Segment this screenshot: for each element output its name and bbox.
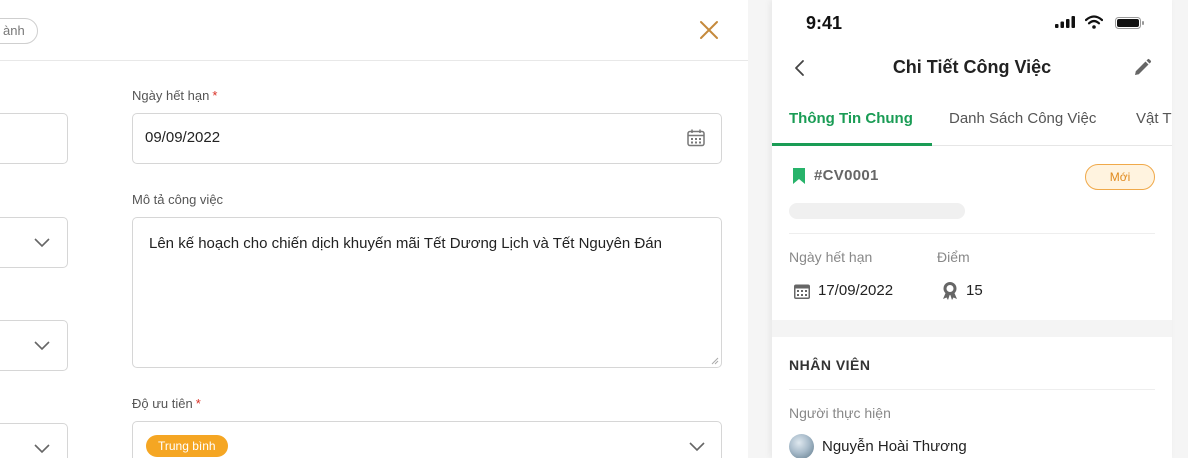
close-icon[interactable] [698, 19, 720, 41]
left-column-select-3[interactable] [0, 423, 68, 458]
medal-icon [943, 282, 957, 300]
status-badge: Mới [1085, 164, 1155, 190]
form-header: ành [0, 0, 748, 61]
signal-icon [1055, 16, 1075, 28]
chevron-down-icon [34, 341, 50, 351]
points-label: Điểm [937, 249, 970, 265]
task-form-panel: ành Ngày hết hạn * 09/09/2022 Mô tả công … [0, 0, 748, 458]
battery-icon [1115, 17, 1144, 29]
screen-title: Chi Tiết Công Việc [892, 57, 1052, 77]
description-label: Mô tả công việc [132, 192, 224, 207]
left-column-select-1[interactable] [0, 217, 68, 268]
wifi-icon [1085, 15, 1103, 29]
chevron-down-icon [34, 238, 50, 248]
loading-placeholder [789, 203, 965, 219]
staff-section-title: NHÂN VIÊN [789, 357, 871, 373]
tab-task-list[interactable]: Danh Sách Công Việc [949, 110, 1096, 127]
points-value: 15 [966, 282, 983, 299]
mobile-task-detail: 9:41 Chi Tiết Công Việc Thông Tin Chung … [772, 0, 1172, 458]
detail-tabs: Thông Tin Chung Danh Sách Công Việc Vật … [772, 98, 1172, 146]
due-date-value: 09/09/2022 [145, 129, 221, 146]
left-column-input[interactable] [0, 113, 68, 164]
task-header: #CV0001 Mới [789, 164, 1155, 190]
avatar [789, 434, 814, 458]
divider [789, 389, 1155, 390]
assignee-name[interactable]: Nguyễn Hoài Thương [822, 438, 967, 455]
assignee-label: Người thực hiện [789, 405, 891, 421]
divider [789, 233, 1155, 234]
description-value: Lên kế hoạch cho chiến dịch khuyến mãi T… [149, 235, 662, 252]
priority-select[interactable]: Trung bình [132, 421, 722, 458]
tab-materials[interactable]: Vật T [1136, 110, 1172, 127]
status-bar-time: 9:41 [806, 13, 843, 33]
active-tab-indicator [772, 143, 932, 146]
left-column-select-2[interactable] [0, 320, 68, 371]
due-date-field[interactable]: 09/09/2022 [132, 113, 722, 164]
due-date-label: Ngày hết hạn [789, 249, 873, 265]
calendar-icon [794, 284, 810, 299]
chevron-down-icon [689, 442, 705, 452]
bookmark-icon [793, 168, 805, 184]
due-date-value: 17/09/2022 [818, 282, 894, 299]
edit-pencil-icon[interactable] [1132, 58, 1152, 78]
status-chip[interactable]: ành [0, 18, 38, 44]
section-separator [772, 320, 1172, 337]
tab-general-info[interactable]: Thông Tin Chung [789, 110, 913, 127]
task-code: #CV0001 [814, 167, 879, 184]
description-textarea[interactable]: Lên kế hoạch cho chiến dịch khuyến mãi T… [132, 217, 722, 368]
priority-label: Độ ưu tiên * [132, 396, 201, 411]
priority-badge: Trung bình [146, 435, 228, 457]
resize-handle-icon[interactable] [711, 357, 719, 365]
chevron-down-icon [34, 444, 50, 454]
due-date-label: Ngày hết hạn * [132, 88, 218, 103]
calendar-icon[interactable] [686, 128, 706, 148]
